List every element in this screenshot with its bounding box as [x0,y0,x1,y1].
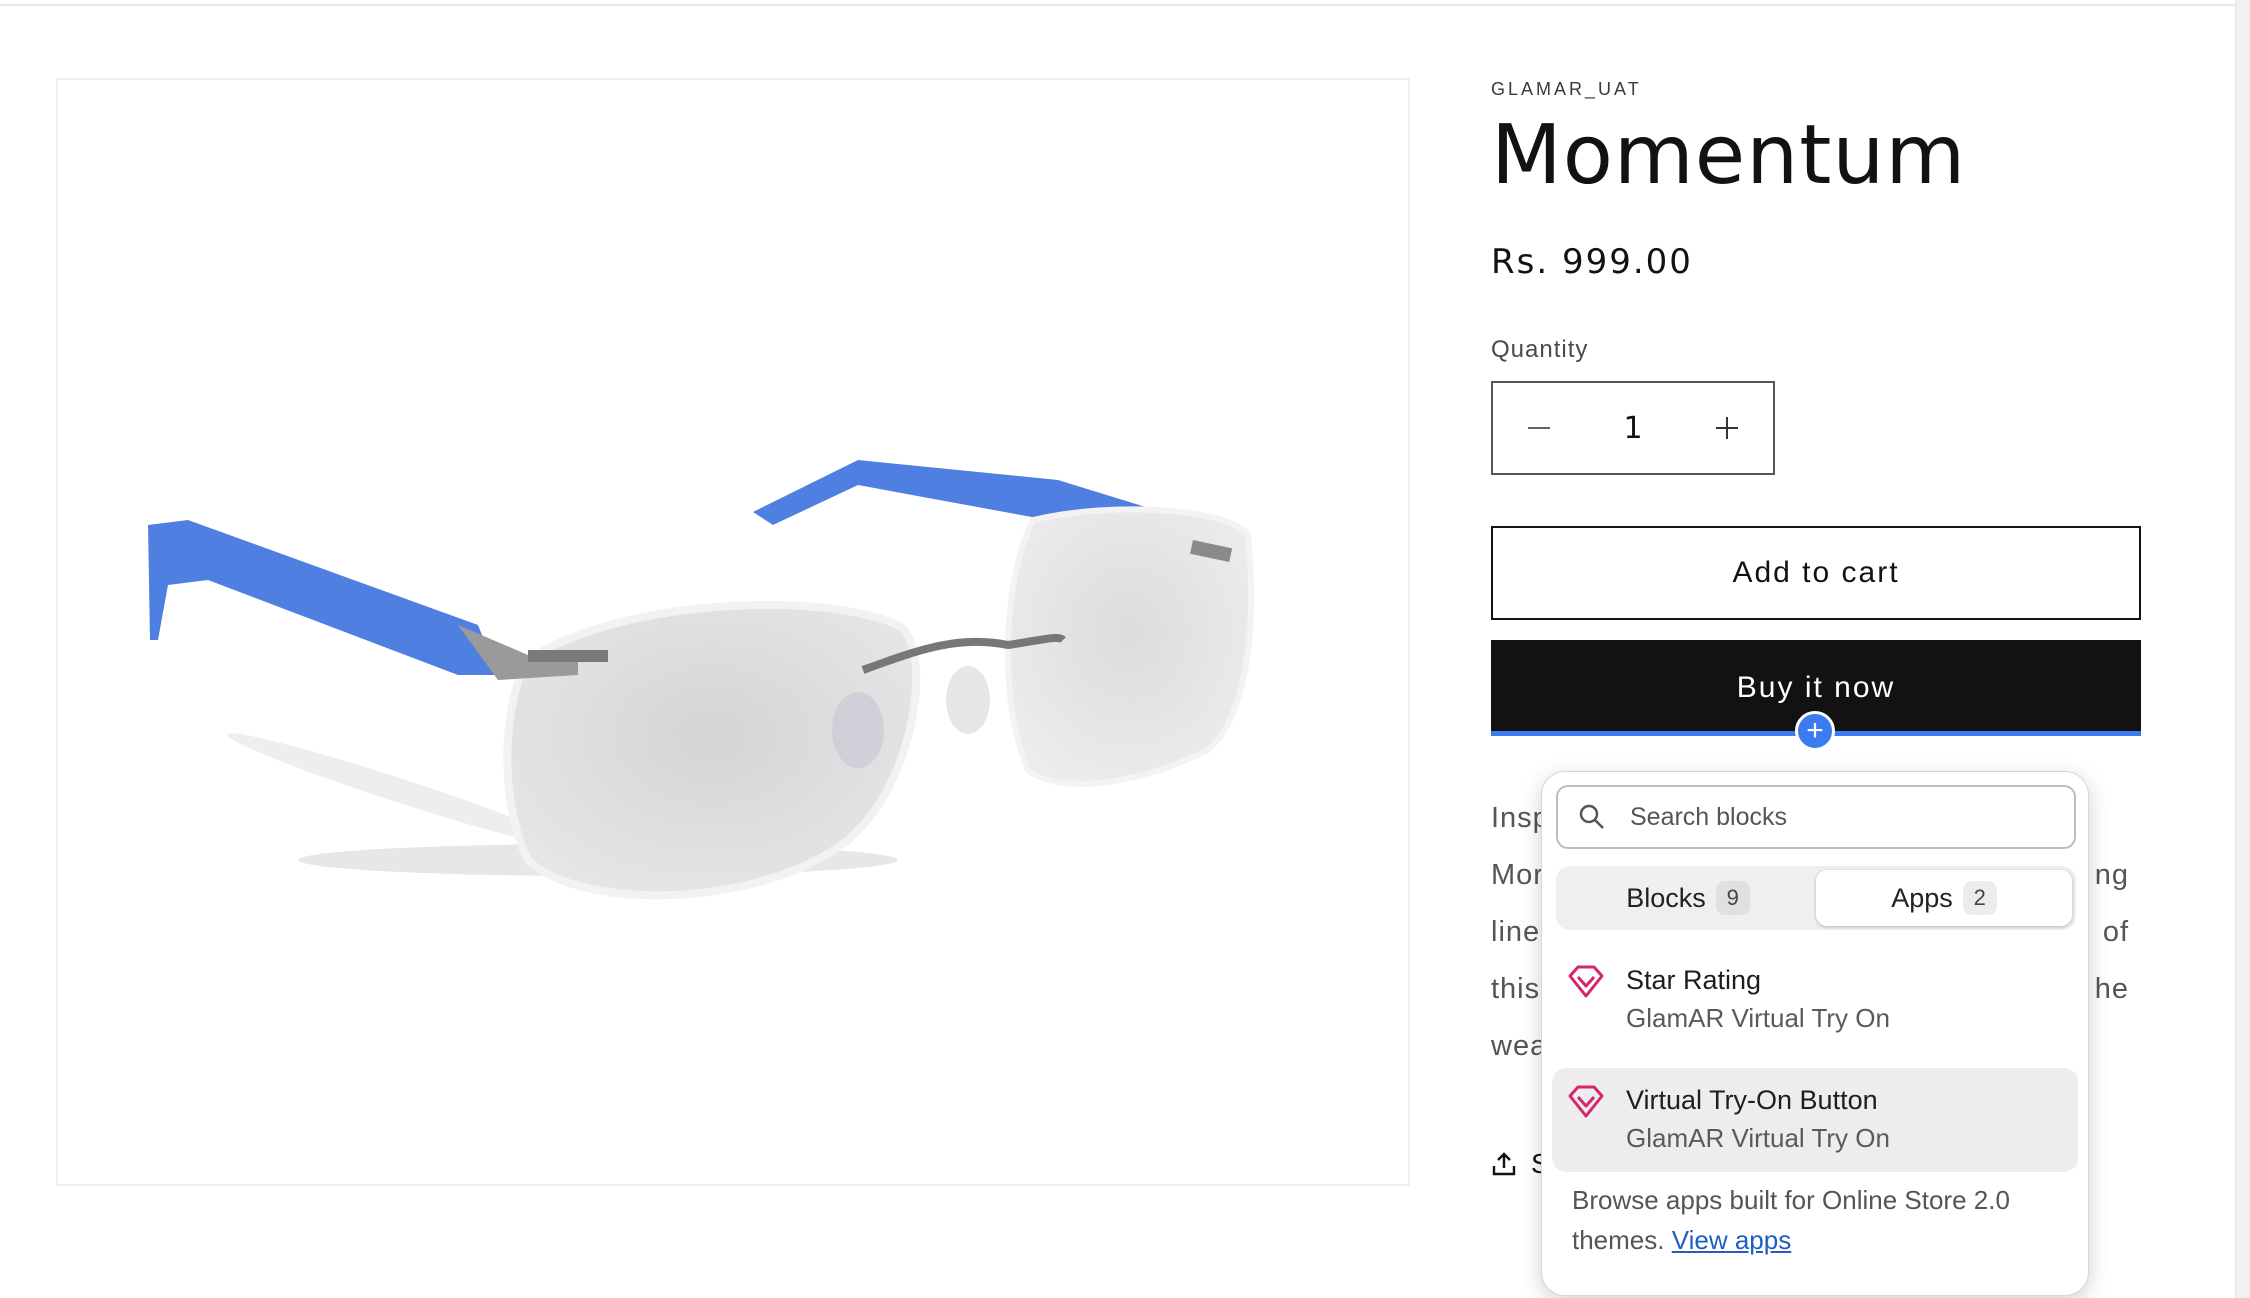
app-block-name: Virtual Try-On Button [1626,1085,1878,1115]
add-to-cart-button[interactable]: Add to cart [1491,526,2141,620]
quantity-label: Quantity [1491,336,1589,363]
minus-icon [1528,427,1550,429]
app-block-name: Star Rating [1626,965,1762,995]
product-title: Momentum [1491,108,1967,203]
quantity-decrease-button[interactable] [1493,383,1585,473]
view-apps-link[interactable]: View apps [1672,1225,1792,1255]
search-icon [1579,804,1604,829]
app-block-virtual-try-on-button[interactable]: Virtual Try-On Button GlamAR Virtual Try… [1552,1068,2078,1172]
product-image-glasses [148,460,1255,900]
header-divider [0,4,2236,6]
product-price: Rs. 999.00 [1491,242,1693,282]
tab-label: Blocks [1626,882,1706,913]
quantity-increase-button[interactable] [1681,383,1773,473]
tab-blocks[interactable]: Blocks 9 [1560,870,1816,926]
product-media[interactable] [56,78,1410,1186]
app-block-star-rating[interactable]: Star Rating GlamAR Virtual Try On [1552,948,2078,1052]
glamar-diamond-icon [1568,965,1604,998]
browse-apps-text: Browse apps built for Online Store 2.0 t… [1572,1180,2062,1260]
add-block-icon[interactable]: + [1795,711,1835,751]
block-picker-tabs: Blocks 9 Apps 2 [1556,866,2076,930]
quantity-stepper: 1 [1491,381,1775,475]
tab-label: Apps [1891,882,1953,913]
glamar-diamond-icon [1568,1085,1604,1118]
search-input[interactable] [1628,801,2032,833]
product-vendor: GLAMAR_UAT [1491,79,1642,99]
window-scrollbar[interactable] [2235,0,2250,1298]
tab-count-badge: 2 [1962,881,1997,915]
quantity-input[interactable]: 1 [1585,411,1681,446]
app-block-provider: GlamAR Virtual Try On [1626,1003,1890,1033]
plus-icon [1716,417,1738,439]
app-block-provider: GlamAR Virtual Try On [1626,1123,1890,1153]
tab-apps[interactable]: Apps 2 [1816,870,2072,926]
block-search[interactable] [1556,785,2076,849]
tab-count-badge: 9 [1715,881,1750,915]
block-picker-popup: Blocks 9 Apps 2 Star Rating GlamAR Virtu… [1541,771,2089,1296]
share-icon [1492,1152,1516,1176]
